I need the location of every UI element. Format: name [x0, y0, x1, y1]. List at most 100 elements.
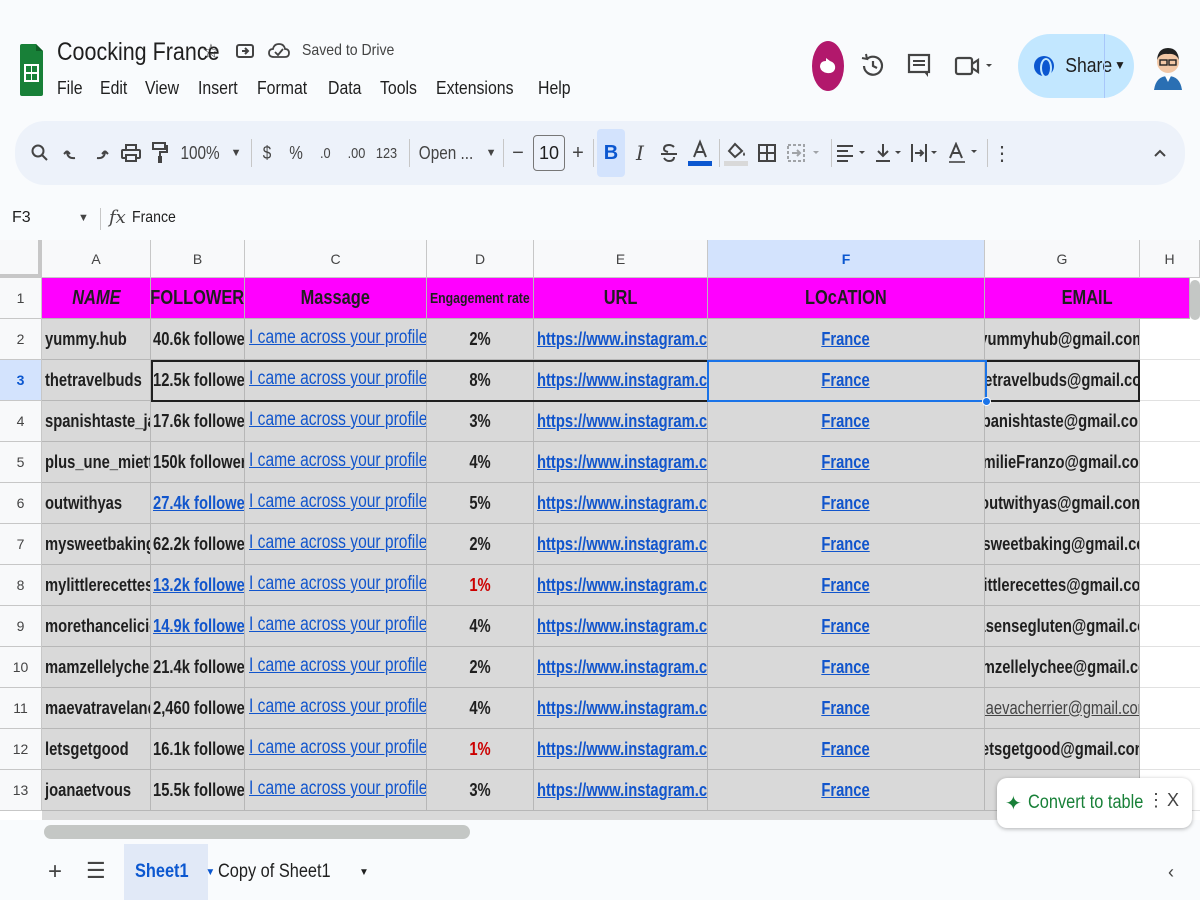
- all-sheets-icon[interactable]: ☰: [86, 858, 106, 884]
- meet-icon[interactable]: [952, 48, 996, 84]
- cell-empty[interactable]: [1140, 442, 1200, 483]
- cell-engagement-rate[interactable]: 3%: [427, 770, 534, 811]
- cell-engagement-rate[interactable]: 8%: [427, 360, 534, 401]
- cell-location[interactable]: France: [708, 770, 985, 811]
- cell-engagement-rate[interactable]: 5%: [427, 483, 534, 524]
- cell-empty[interactable]: [1140, 688, 1200, 729]
- cell-email[interactable]: letsgetgood@gmail.com: [985, 729, 1140, 770]
- cell-name[interactable]: mysweetbaking_: [42, 524, 151, 565]
- strikethrough-icon[interactable]: [657, 121, 681, 185]
- menu-insert[interactable]: Insert: [198, 78, 238, 99]
- cell-name[interactable]: mylittlerecettes: [42, 565, 151, 606]
- row-header-8[interactable]: 8: [0, 565, 42, 606]
- cell-followers[interactable]: 150k followers: [151, 442, 245, 483]
- cell-message[interactable]: I came across your profile and: [245, 606, 427, 647]
- cell-followers[interactable]: 14.9k followers: [151, 606, 245, 647]
- sheet-tab-sheet1[interactable]: Sheet1 ▼: [124, 844, 215, 900]
- cell-email[interactable]: spanishtaste@gmail.com: [985, 401, 1140, 442]
- cell-location[interactable]: France: [708, 524, 985, 565]
- cell-location[interactable]: France: [708, 483, 985, 524]
- redo-icon[interactable]: [89, 121, 113, 185]
- cell-message[interactable]: I came across your profile and: [245, 319, 427, 360]
- cell-message[interactable]: I came across your profile and: [245, 729, 427, 770]
- menu-extensions[interactable]: Extensions: [436, 78, 513, 99]
- column-header-g[interactable]: G: [985, 240, 1140, 278]
- row-header-3[interactable]: 3: [0, 360, 42, 401]
- cell-followers[interactable]: 2,460 followers: [151, 688, 245, 729]
- cell-empty[interactable]: [1140, 647, 1200, 688]
- cell-followers[interactable]: 17.6k followers: [151, 401, 245, 442]
- cell-url[interactable]: https://www.instagram.com/t: [534, 360, 708, 401]
- text-color-icon[interactable]: [687, 121, 713, 185]
- formula-input[interactable]: France: [132, 209, 176, 227]
- cell-engagement-rate[interactable]: 2%: [427, 647, 534, 688]
- row-header-7[interactable]: 7: [0, 524, 42, 565]
- bold-button[interactable]: B: [597, 129, 625, 177]
- cell-url[interactable]: https://www.instagram.com/j: [534, 770, 708, 811]
- cell-name[interactable]: yummy.hub: [42, 319, 151, 360]
- menu-tools[interactable]: Tools: [380, 78, 417, 99]
- more-options-icon[interactable]: ⋮: [991, 121, 1013, 185]
- header-cell-name[interactable]: NAME: [42, 278, 151, 319]
- cell-empty[interactable]: [1140, 319, 1200, 360]
- increase-decimal-button[interactable]: .00: [341, 121, 371, 185]
- fill-handle[interactable]: [982, 397, 991, 406]
- column-header-e[interactable]: E: [534, 240, 708, 278]
- row-header-11[interactable]: 11: [0, 688, 42, 729]
- cell-message[interactable]: I came across your profile and: [245, 524, 427, 565]
- name-box-dropdown-icon[interactable]: ▼: [78, 212, 89, 224]
- cell-engagement-rate[interactable]: 4%: [427, 442, 534, 483]
- cell-email[interactable]: EmilieFranzo@gmail.com: [985, 442, 1140, 483]
- cell-message[interactable]: I came across your profile and: [245, 360, 427, 401]
- cell-empty[interactable]: [1140, 729, 1200, 770]
- gemini-app-icon[interactable]: [812, 41, 844, 91]
- fill-color-icon[interactable]: [723, 121, 749, 185]
- collapse-toolbar-icon[interactable]: [1149, 121, 1171, 185]
- cell-message[interactable]: I came across your profile and: [245, 442, 427, 483]
- menu-edit[interactable]: Edit: [100, 78, 127, 99]
- cell-message[interactable]: I came across your profile and: [245, 688, 427, 729]
- header-cell-engagement-rate[interactable]: Engagement rate: [427, 278, 534, 319]
- cell-empty[interactable]: [1140, 360, 1200, 401]
- cell-url[interactable]: https://www.instagram.com/y: [534, 319, 708, 360]
- cell-followers[interactable]: 15.5k followers: [151, 770, 245, 811]
- cell-message[interactable]: I came across your profile and: [245, 565, 427, 606]
- cell-email[interactable]: maevacherrier@gmail.com: [985, 688, 1140, 729]
- cell-followers[interactable]: 13.2k followers: [151, 565, 245, 606]
- cell-empty[interactable]: [1140, 606, 1200, 647]
- menu-data[interactable]: Data: [328, 78, 361, 99]
- text-rotation-icon[interactable]: [945, 121, 983, 185]
- zoom-select[interactable]: 100% ▼: [179, 121, 241, 185]
- column-header-f[interactable]: F: [708, 240, 985, 278]
- row-header-5[interactable]: 5: [0, 442, 42, 483]
- name-box[interactable]: F3: [12, 209, 31, 227]
- cell-message[interactable]: I came across your profile and: [245, 770, 427, 811]
- cell-engagement-rate[interactable]: 2%: [427, 524, 534, 565]
- row-header-4[interactable]: 4: [0, 401, 42, 442]
- cell-location[interactable]: France: [708, 688, 985, 729]
- row-header-10[interactable]: 10: [0, 647, 42, 688]
- cell-email[interactable]: thetravelbuds@gmail.com: [985, 360, 1140, 401]
- header-cell-location[interactable]: LOcATION: [708, 278, 985, 319]
- cell-followers[interactable]: 40.6k followers: [151, 319, 245, 360]
- cell-email[interactable]: nysweetbaking@gmail.com: [985, 524, 1140, 565]
- increase-font-size-button[interactable]: +: [567, 121, 589, 185]
- cell-engagement-rate[interactable]: 4%: [427, 606, 534, 647]
- comments-icon[interactable]: [904, 48, 934, 84]
- popup-more-icon[interactable]: ⋮: [1147, 790, 1165, 811]
- horizontal-align-icon[interactable]: [835, 121, 871, 185]
- header-cell-email[interactable]: EMAIL: [985, 278, 1190, 319]
- row-header-6[interactable]: 6: [0, 483, 42, 524]
- cell-email[interactable]: namzellelychee@gmail.com: [985, 647, 1140, 688]
- italic-button[interactable]: I: [629, 121, 651, 185]
- popup-close-button[interactable]: X: [1167, 790, 1179, 811]
- cell-engagement-rate[interactable]: 2%: [427, 319, 534, 360]
- header-cell-massage[interactable]: Massage: [245, 278, 427, 319]
- undo-icon[interactable]: [59, 121, 83, 185]
- collapse-sidebar-icon[interactable]: ‹: [1168, 862, 1174, 883]
- row-header-2[interactable]: 2: [0, 319, 42, 360]
- menu-help[interactable]: Help: [538, 78, 571, 99]
- cell-location[interactable]: France: [708, 401, 985, 442]
- column-header-h[interactable]: H: [1140, 240, 1200, 278]
- font-size-input[interactable]: 10: [533, 135, 565, 171]
